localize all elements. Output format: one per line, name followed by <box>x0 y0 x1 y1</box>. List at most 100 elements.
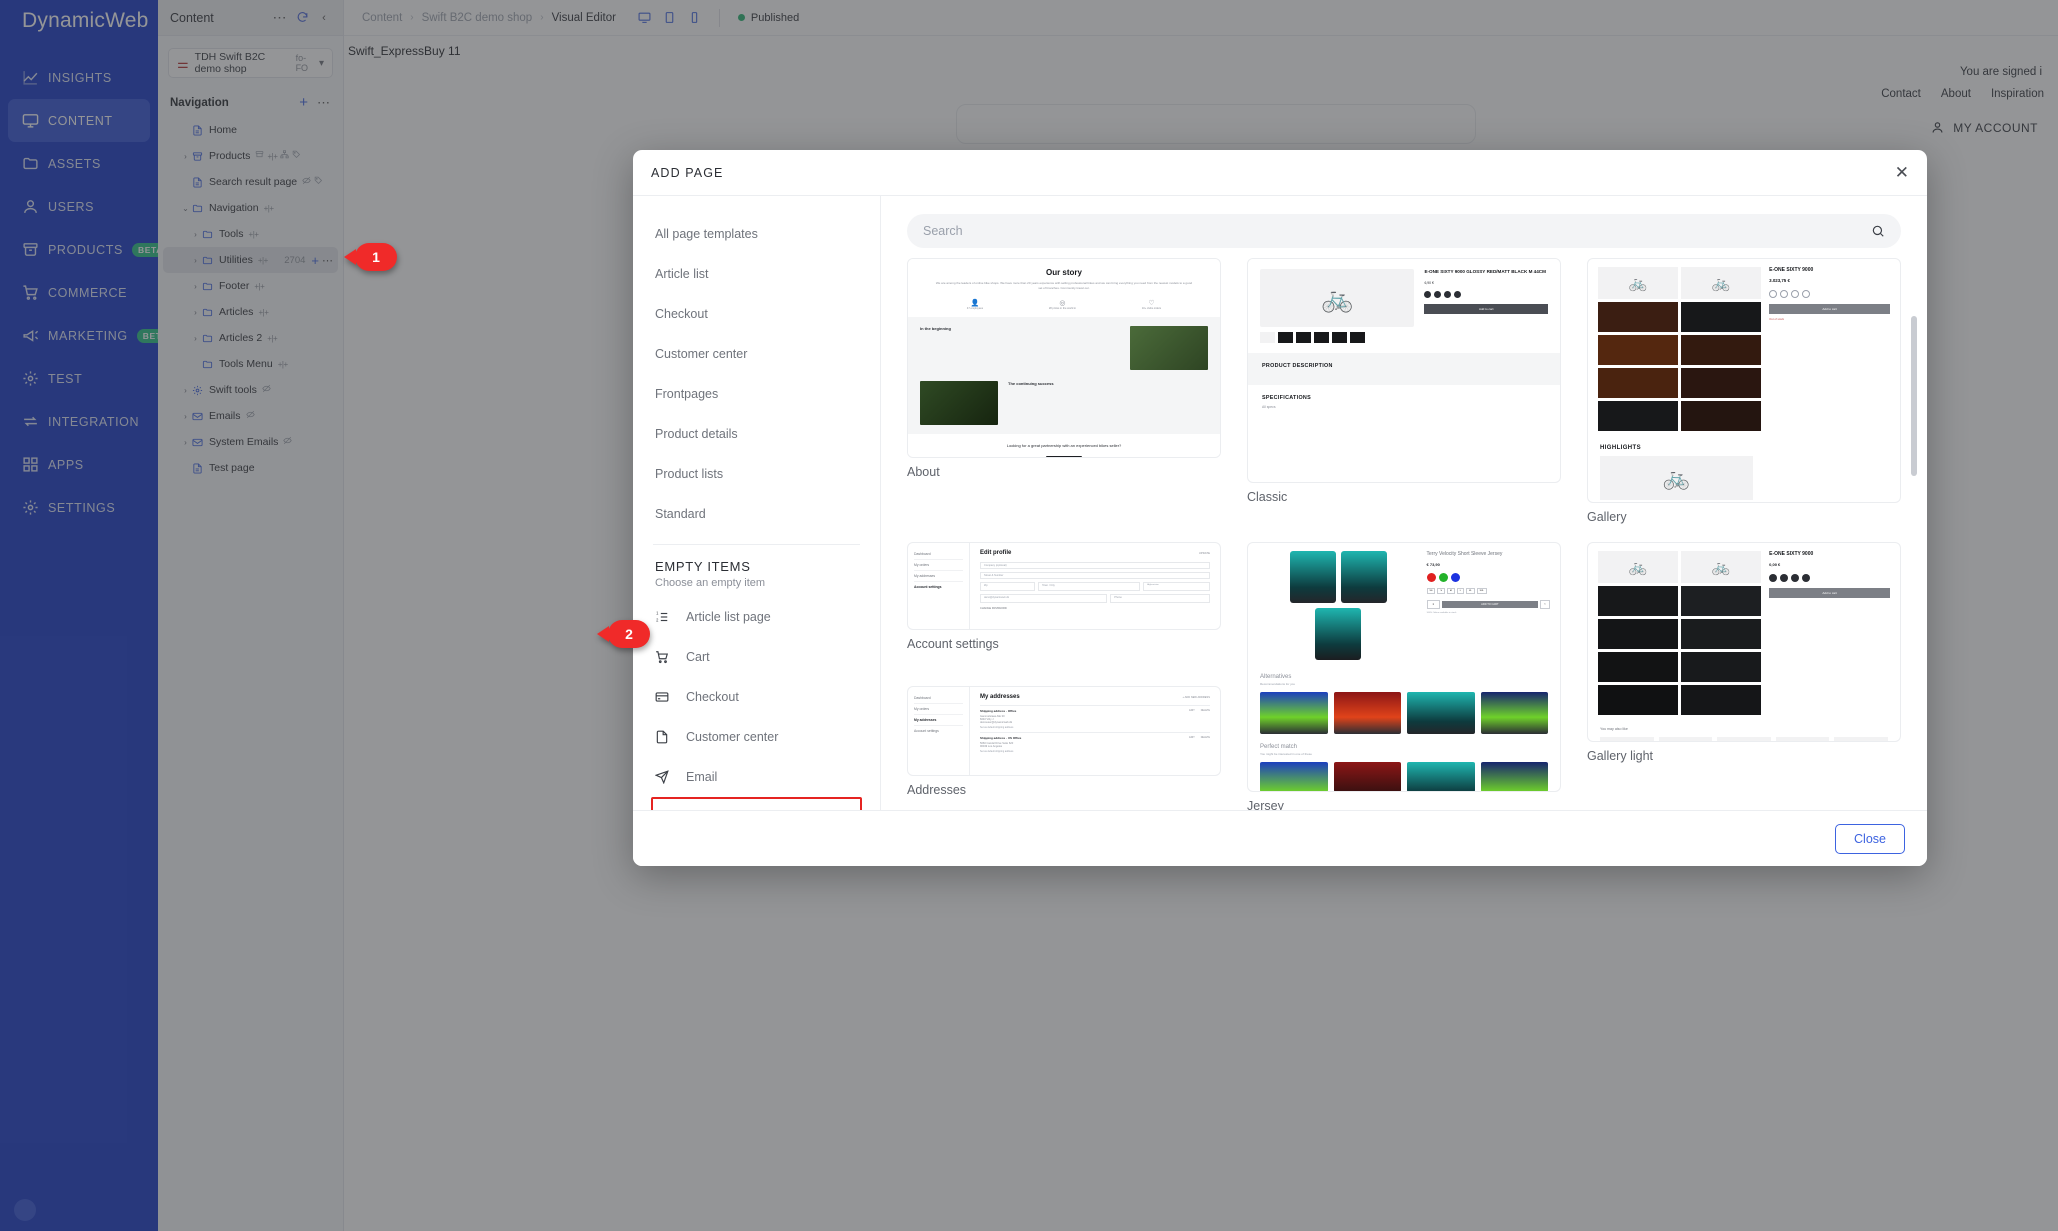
thumb-action: + ADD NEW ADDRESS <box>1182 695 1210 699</box>
thumb-side-link: My addresses <box>914 571 963 582</box>
thumb-side-link: My addresses <box>914 715 963 726</box>
template-name: Account settings <box>907 637 999 651</box>
empty-item-label: Checkout <box>686 690 739 704</box>
thumb-side-link: Dashboard <box>914 549 963 560</box>
template-grid-scrollbar[interactable] <box>1911 316 1917 476</box>
close-button[interactable]: Close <box>1835 823 1905 854</box>
thumb-field: demo@dynamicweb.dk <box>980 594 1108 603</box>
empty-item-label: Email <box>686 770 718 784</box>
category-item-article-list[interactable]: Article list <box>633 254 880 294</box>
thumb-add-to-cart: Add to cart <box>1769 588 1890 598</box>
thumb-product-title: E-ONE SIXTY 9000 <box>1769 551 1814 557</box>
category-item-checkout[interactable]: Checkout <box>633 294 880 334</box>
thumb-field: Zip <box>980 582 1036 591</box>
thumb-product-title: E-ONE SIXTY 9000 GLOSSY RED/MATT BLACK M… <box>1424 269 1546 274</box>
category-item-product-details[interactable]: Product details <box>633 414 880 454</box>
thumb-section-title: In the beginning <box>920 325 951 331</box>
empty-item-email[interactable]: Email <box>633 757 880 797</box>
thumb-cta-button: CONTACT US <box>1046 455 1082 457</box>
thumb-addr-line: demouser@dynamicweb.dk <box>980 720 1013 724</box>
category-item-label: Standard <box>655 507 706 521</box>
empty-item-express-buy[interactable]: Express Buy <box>651 797 862 810</box>
thumb-spec-sub: All specs <box>1262 405 1276 409</box>
thumb-product-title: Terry Velocity Short Sleeve Jersey <box>1426 551 1503 557</box>
search-box[interactable] <box>907 214 1901 248</box>
thumb-stat: 10+ clubs orders <box>1141 306 1162 310</box>
template-name: Gallery <box>1587 510 1627 524</box>
thumb-add-to-cart: ADD TO CART <box>1441 601 1538 608</box>
dialog-footer: Close <box>633 810 1927 866</box>
svg-text:1: 1 <box>656 611 659 616</box>
category-item-label: Checkout <box>655 307 708 321</box>
thumb-addr-title: Shipping address - Office <box>980 708 1017 713</box>
thumb-heading: Our story <box>1045 268 1082 277</box>
empty-item-label: Customer center <box>686 730 779 744</box>
template-card[interactable]: Terry Velocity Short Sleeve Jersey € 73,… <box>1247 542 1561 810</box>
category-item-customer-center[interactable]: Customer center <box>633 334 880 374</box>
thumb-stat: 47 employees <box>966 306 984 310</box>
template-thumbnail: 🚲 🚲 E-ONE SIX <box>1587 542 1901 742</box>
dialog-body: All page templates Article list Checkout Cu… <box>633 196 1927 810</box>
thumb-stat: 28 prizes in the world in <box>1048 306 1077 310</box>
ordered-list-icon: 12 <box>655 610 670 624</box>
category-item-standard[interactable]: Standard <box>633 494 880 534</box>
thumb-price: 6,90 € <box>1424 280 1434 285</box>
dialog-header: ADD PAGE ✕ <box>633 150 1927 196</box>
callout-marker-2: 2 <box>597 620 650 648</box>
send-icon <box>655 770 670 784</box>
cart-icon <box>655 650 670 664</box>
empty-item-checkout[interactable]: Checkout <box>633 677 880 717</box>
thumb-side-link: Account settings <box>914 585 942 589</box>
search-icon[interactable] <box>1871 224 1885 238</box>
empty-item-cart[interactable]: Cart <box>633 637 880 677</box>
thumb-price: € 73,90 <box>1426 562 1440 567</box>
thumb-side-link: Account settings <box>914 728 939 733</box>
thumb-delete: DELETE <box>1200 708 1210 712</box>
close-icon[interactable]: ✕ <box>1895 164 1909 181</box>
thumb-link: CHANGE PASSWORD <box>980 607 1007 610</box>
empty-item-customer-center[interactable]: Customer center <box>633 717 880 757</box>
category-item-label: All page templates <box>655 227 758 241</box>
template-thumbnail: 🚲 E-ONE SIXTY 9000 GLOSSY RED/MATT BLACK… <box>1247 258 1561 483</box>
app-root: DynamicWeb INSIGHTS CONTENT ASSETS USERS… <box>0 0 2058 1231</box>
template-card[interactable]: 🚲 E-ONE SIXTY 9000 GLOSSY RED/MATT BLACK… <box>1247 258 1561 524</box>
template-card[interactable]: Dashboard My orders My addresses Account… <box>907 542 1221 668</box>
category-item-frontpages[interactable]: Frontpages <box>633 374 880 414</box>
thumb-heading: My addresses <box>980 693 1020 700</box>
template-name: Classic <box>1247 490 1288 504</box>
file-icon <box>655 730 670 744</box>
template-grid-scroll[interactable]: Our story We are among the leaders of on… <box>881 258 1927 810</box>
thumb-side-link: My orders <box>914 704 963 715</box>
template-card[interactable]: Our story We are among the leaders of on… <box>907 258 1221 524</box>
category-item-product-lists[interactable]: Product lists <box>633 454 880 494</box>
thumb-section-title: You may also like <box>1600 727 1628 731</box>
template-browser: Our story We are among the leaders of on… <box>881 196 1927 810</box>
category-item-label: Product lists <box>655 467 724 481</box>
list-divider <box>653 544 860 545</box>
thumb-section-sub: Recommendations for you <box>1260 682 1296 686</box>
marker-number: 1 <box>372 249 380 265</box>
thumb-side-link: My orders <box>914 560 963 571</box>
search-input[interactable] <box>923 224 1863 238</box>
empty-item-label: Cart <box>686 650 710 664</box>
thumb-highlights: HIGHLIGHTS <box>1600 445 1641 451</box>
template-thumbnail: Terry Velocity Short Sleeve Jersey € 73,… <box>1247 542 1561 792</box>
template-card[interactable]: Dashboard My orders My addresses Account… <box>907 685 1221 811</box>
template-card[interactable]: 🚲 🚲 E-ONE SIX <box>1587 542 1901 810</box>
empty-items-list: 1 2 Article list page Cart Checkout Customer … <box>633 597 880 810</box>
dialog-title: ADD PAGE <box>651 165 724 180</box>
svg-text:2: 2 <box>656 618 659 623</box>
category-item-label: Frontpages <box>655 387 719 401</box>
thumb-addr-line: 90049 Los Angeles <box>980 744 1003 748</box>
thumb-section-title: PRODUCT DESCRIPTION <box>1262 363 1333 369</box>
credit-card-icon <box>655 690 670 704</box>
thumb-product-title: E-ONE SIXTY 9000 <box>1769 267 1814 273</box>
empty-item-article-list-page[interactable]: 1 2 Article list page <box>633 597 880 637</box>
template-name: Addresses <box>907 782 967 797</box>
thumb-price: 0,00 € <box>1769 562 1781 567</box>
category-item-label: Customer center <box>655 347 748 361</box>
callout-marker-1: 1 <box>344 243 397 271</box>
category-item-all-page-templates[interactable]: All page templates <box>633 214 880 254</box>
template-card[interactable]: 🚲 🚲 E-ONE SIX <box>1587 258 1901 524</box>
template-name: Jersey <box>1247 799 1284 810</box>
